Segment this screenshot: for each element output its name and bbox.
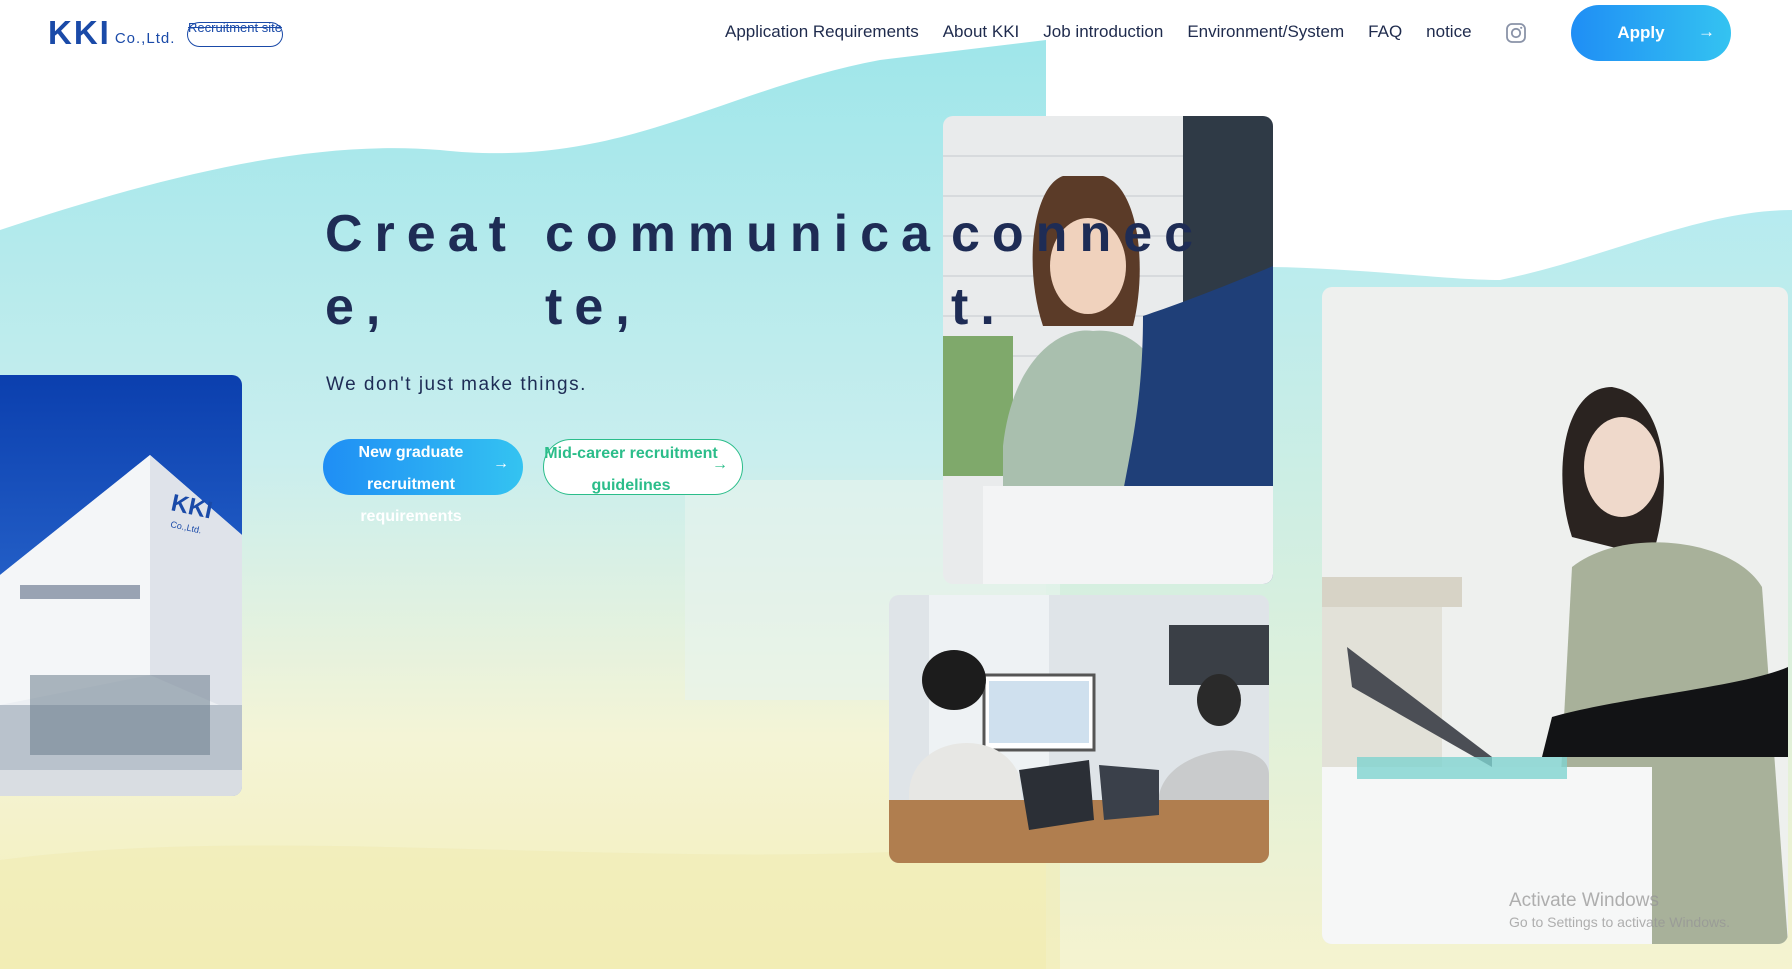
main-nav: Application Requirements About KKI Job i…	[725, 22, 1496, 42]
team-meeting-photo	[889, 595, 1269, 863]
watermark-line-2: Go to Settings to activate Windows.	[1509, 914, 1730, 930]
hero-title-word-3: connec t.	[951, 205, 1206, 336]
hero-title-word-1: Creat e,	[325, 205, 518, 336]
new-graduate-label: New graduate recruitment requirements	[358, 444, 464, 525]
recruitment-site-label: Recruitment site	[188, 20, 282, 35]
logo-mark: KKI	[48, 14, 111, 51]
hero-subtitle: We don't just make things.	[326, 374, 587, 395]
nav-faq[interactable]: FAQ	[1368, 22, 1402, 42]
hero-title-word-2: communica te,	[545, 205, 942, 336]
mid-career-label: Mid-career recruitment guidelines	[544, 445, 718, 494]
watermark-line-1: Activate Windows	[1509, 890, 1659, 911]
site-header: KKI Co.,Ltd. Recruitment site Applicatio…	[0, 0, 1792, 66]
nav-notice[interactable]: notice	[1426, 22, 1471, 42]
mid-career-guidelines-button[interactable]: Mid-career recruitment guidelines →	[543, 439, 743, 495]
company-building-photo: KKI Co.,Ltd.	[0, 375, 242, 796]
instagram-icon[interactable]	[1505, 22, 1527, 44]
nav-job-introduction[interactable]: Job introduction	[1043, 22, 1163, 42]
apply-label: Apply	[1617, 23, 1665, 42]
nav-environment-system[interactable]: Environment/System	[1187, 22, 1344, 42]
new-graduate-requirements-button[interactable]: New graduate recruitment requirements →	[323, 439, 523, 525]
windows-activation-watermark: Activate Windows Go to Settings to activ…	[1509, 890, 1730, 930]
arrow-right-icon: →	[493, 455, 509, 472]
employee-photo-smiling	[943, 116, 1273, 584]
recruitment-site-badge[interactable]: Recruitment site	[187, 20, 283, 47]
arrow-right-icon: →	[1698, 22, 1715, 41]
nav-about[interactable]: About KKI	[943, 22, 1020, 42]
apply-button[interactable]: Apply →	[1571, 5, 1731, 61]
arrow-right-icon: →	[712, 456, 728, 473]
company-logo[interactable]: KKI Co.,Ltd.	[48, 14, 176, 51]
employee-photo-working	[1322, 287, 1788, 944]
nav-application-requirements[interactable]: Application Requirements	[725, 22, 919, 42]
logo-sub: Co.,Ltd.	[114, 30, 176, 47]
